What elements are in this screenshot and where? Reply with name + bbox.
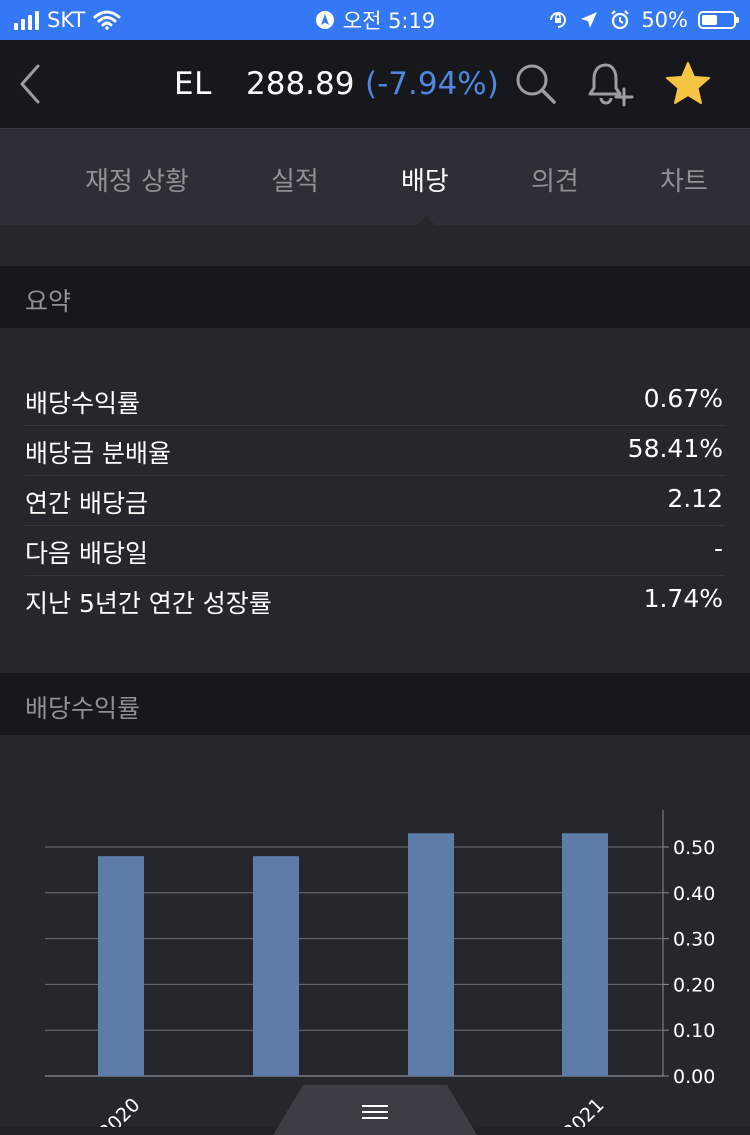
y-tick-label: 0.40: [673, 883, 715, 905]
stock-price: 288.89: [246, 66, 355, 102]
row-label: 배당수익률: [25, 389, 141, 418]
bar-chart: 0.000.100.200.300.400.502020 2020 2021: [45, 810, 715, 1127]
search-icon: [516, 64, 556, 104]
summary-row: 지난 5년간 연간 성장률 1.74%: [25, 576, 725, 626]
row-value: 58.41%: [627, 434, 723, 463]
row-label: 지난 5년간 연간 성장률: [25, 589, 272, 618]
section-title-summary: 요약: [25, 287, 72, 316]
summary-row: 배당수익률 0.67%: [25, 376, 725, 426]
tab-bar: 재정 상황 실적 배당 의견 차트: [0, 128, 750, 225]
bar: [98, 856, 144, 1076]
row-label: 배당금 분배율: [25, 439, 171, 468]
tab-chart[interactable]: 차트: [660, 161, 708, 198]
tab-earnings[interactable]: 실적: [271, 161, 319, 198]
dividend-yield-chart: 0.00 0.10 0.20 0.30 0.40 0.50 2020 2020 2021: [0, 735, 750, 1127]
row-value: 1.74%: [643, 584, 723, 613]
row-label: 연간 배당금: [25, 489, 148, 518]
favorite-button[interactable]: [663, 58, 713, 110]
battery-icon: [698, 11, 739, 29]
search-button[interactable]: [511, 58, 561, 110]
back-button[interactable]: [10, 58, 50, 110]
bar: [408, 833, 454, 1076]
summary-row: 다음 배당일 -: [25, 526, 725, 576]
rotation-lock-icon: [550, 12, 567, 28]
spacer: [0, 225, 750, 266]
location-icon: [581, 12, 598, 28]
summary-header: 요약: [0, 266, 750, 328]
dividend-yield-header: 배당수익률: [0, 673, 750, 735]
menu-icon: [362, 1105, 388, 1123]
back-chevron-icon: [20, 64, 40, 104]
row-value: 2.12: [667, 484, 723, 513]
star-icon: [666, 62, 710, 104]
status-time: 오전 5:19: [342, 9, 436, 33]
tab-opinions[interactable]: 의견: [531, 161, 579, 198]
section-title-dividend-yield: 배당수익률: [25, 694, 141, 723]
summary-list: 배당수익률 0.67% 배당금 분배율 58.41% 연간 배당금 2.12 다…: [0, 328, 750, 673]
bell-plus-icon: [588, 63, 634, 107]
price-change: (-7.94%): [365, 66, 499, 102]
summary-row: 배당금 분배율 58.41%: [25, 426, 725, 476]
row-value: 0.67%: [643, 384, 723, 413]
drawer-handle[interactable]: [273, 1085, 477, 1135]
status-bar: SKT 오전 5:19 50%: [0, 0, 750, 40]
summary-row: 연간 배당금 2.12: [25, 476, 725, 526]
battery-level: [702, 15, 717, 25]
active-tab-indicator: [416, 216, 436, 226]
navigation-app-icon: [315, 11, 334, 29]
ticker-symbol: EL: [174, 66, 212, 102]
tab-financials[interactable]: 재정 상황: [85, 161, 189, 198]
y-tick-label: 0.00: [673, 1066, 715, 1088]
alarm-icon: [611, 10, 630, 30]
tab-dividends[interactable]: 배당: [401, 161, 449, 198]
add-alert-button[interactable]: [585, 58, 635, 110]
y-tick-label: 0.30: [673, 929, 715, 951]
row-label: 다음 배당일: [25, 539, 148, 568]
x-tick-label: 2021: [559, 1094, 609, 1127]
top-navigation: EL 288.89 (-7.94%): [0, 40, 750, 128]
y-tick-label: 0.10: [673, 1020, 715, 1042]
bar: [562, 833, 608, 1076]
y-tick-label: 0.20: [673, 974, 715, 996]
bar: [253, 856, 299, 1076]
row-value: -: [713, 534, 723, 563]
x-tick-label: 2020: [95, 1094, 145, 1127]
battery-percent: 50%: [641, 8, 688, 32]
y-tick-label: 0.50: [673, 837, 715, 859]
